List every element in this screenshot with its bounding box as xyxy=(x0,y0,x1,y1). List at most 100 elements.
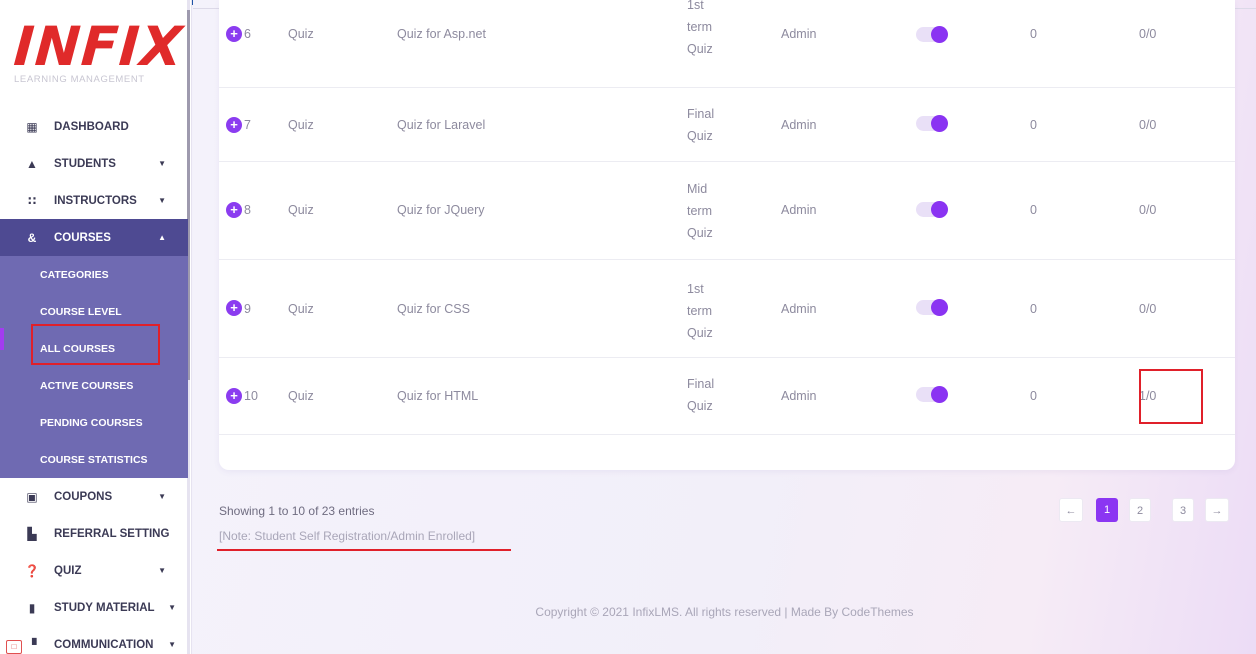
sidebar-item-referral-setting[interactable]: ▙ REFERRAL SETTING xyxy=(0,515,188,552)
sidebar-item-label: INSTRUCTORS xyxy=(54,194,137,207)
row-category: Final Quiz xyxy=(687,373,714,417)
status-toggle[interactable] xyxy=(916,115,948,132)
copyright-text: Copyright © 2021 InfixLMS. All rights re… xyxy=(535,605,914,619)
sidebar-item-communication[interactable]: ▝ COMMUNICATION ▼ xyxy=(0,626,188,654)
sidebar-item-quiz[interactable]: ❓ QUIZ ▼ xyxy=(0,552,188,589)
row-lessons: 0 xyxy=(1030,27,1037,41)
row-category-line: Quiz xyxy=(687,226,713,240)
sidebar-item-label: COMMUNICATION xyxy=(54,638,154,651)
graduation-cap-icon: ▲ xyxy=(26,156,38,171)
submenu-item-pending-courses[interactable]: PENDING COURSES xyxy=(0,404,188,441)
sidebar-item-label: COUPONS xyxy=(54,490,113,503)
row-category: Mid term Quiz xyxy=(687,178,713,244)
row-type: Quiz xyxy=(288,27,314,41)
row-enrolled: 0/0 xyxy=(1139,302,1157,316)
row-type: Quiz xyxy=(288,389,314,403)
courses-submenu: CATEGORIES COURSE LEVEL ALL COURSES ACTI… xyxy=(0,256,188,478)
sidebar-item-dashboard[interactable]: ▦ DASHBOARD xyxy=(0,108,188,145)
logo-text: INFIX xyxy=(11,15,186,78)
row-lessons: 0 xyxy=(1030,203,1037,217)
sidebar-item-label: STUDY MATERIAL xyxy=(54,601,155,614)
sidebar-menu: ▦ DASHBOARD ▲ STUDENTS ▼ ∷ INSTRUCTORS ▼… xyxy=(0,108,188,654)
row-lessons: 0 xyxy=(1030,118,1037,132)
status-toggle[interactable] xyxy=(916,26,948,43)
book-icon: ▮ xyxy=(28,600,36,615)
row-author: Admin xyxy=(781,389,817,403)
table-row: + 8 Quiz Quiz for JQuery Mid term Quiz A… xyxy=(219,162,1235,260)
sidebar-item-students[interactable]: ▲ STUDENTS ▼ xyxy=(0,145,188,182)
row-number: 9 xyxy=(244,302,251,316)
row-category-line: term xyxy=(687,204,712,218)
pagination-page-3[interactable]: 3 xyxy=(1172,498,1194,522)
referral-icon: ▙ xyxy=(27,526,37,541)
table-row: + 9 Quiz Quiz for CSS 1st term Quiz Admi… xyxy=(219,260,1235,358)
caret-down-icon: ▼ xyxy=(158,196,166,205)
toggle-knob xyxy=(931,386,948,403)
sidebar-item-courses[interactable]: & COURSES ▲ xyxy=(0,219,188,256)
row-title: Quiz for JQuery xyxy=(397,203,485,217)
pagination-next-button[interactable]: → xyxy=(1205,498,1229,522)
pagination-page-2[interactable]: 2 xyxy=(1129,498,1151,522)
expand-row-icon[interactable]: + xyxy=(226,117,242,133)
row-category: 1st term Quiz xyxy=(687,278,713,344)
toggle-knob xyxy=(931,299,948,316)
caret-down-icon: ▼ xyxy=(158,492,166,501)
toggle-knob xyxy=(931,201,948,218)
pagination-page-1[interactable]: 1 xyxy=(1096,498,1118,522)
sidebar-item-label: QUIZ xyxy=(54,564,82,577)
sidebar-item-coupons[interactable]: ▣ COUPONS ▼ xyxy=(0,478,188,515)
row-category-line: Quiz xyxy=(687,129,713,143)
sidebar: INFIX LEARNING MANAGEMENT ▦ DASHBOARD ▲ … xyxy=(0,0,192,654)
caret-down-icon: ▼ xyxy=(168,640,176,649)
sidebar-item-instructors[interactable]: ∷ INSTRUCTORS ▼ xyxy=(0,182,188,219)
row-enrolled: 0/0 xyxy=(1139,203,1157,217)
row-category: 1st term Quiz xyxy=(687,0,713,60)
row-category: Final Quiz xyxy=(687,103,714,147)
quiz-table-card: + 6 Quiz Quiz for Asp.net 1st term Quiz … xyxy=(219,0,1235,470)
toggle-knob xyxy=(931,26,948,43)
submenu-item-categories[interactable]: CATEGORIES xyxy=(0,256,188,293)
expand-row-icon[interactable]: + xyxy=(226,388,242,404)
row-enrolled: 0/0 xyxy=(1139,118,1157,132)
row-number: 6 xyxy=(244,27,251,41)
row-author: Admin xyxy=(781,302,817,316)
row-category-line: term xyxy=(687,304,712,318)
status-toggle[interactable] xyxy=(916,201,948,218)
status-toggle[interactable] xyxy=(916,386,948,403)
annotation-underline-note xyxy=(217,549,511,551)
tray-app-icon[interactable]: □ xyxy=(6,640,22,654)
sidebar-item-study-material[interactable]: ▮ STUDY MATERIAL ▼ xyxy=(0,589,188,626)
toggle-knob xyxy=(931,115,948,132)
row-title: Quiz for CSS xyxy=(397,302,470,316)
table-row: + 7 Quiz Quiz for Laravel Final Quiz Adm… xyxy=(219,88,1235,162)
row-lessons: 0 xyxy=(1030,302,1037,316)
caret-up-icon: ▲ xyxy=(158,233,166,242)
row-title: Quiz for HTML xyxy=(397,389,479,403)
ampersand-icon: & xyxy=(27,230,37,245)
row-category-line: Quiz xyxy=(687,399,713,413)
chat-icon: ▝ xyxy=(27,637,37,652)
submenu-item-course-statistics[interactable]: COURSE STATISTICS xyxy=(0,441,188,478)
row-type: Quiz xyxy=(288,203,314,217)
row-title: Quiz for Asp.net xyxy=(397,27,486,41)
grid-icon: ▦ xyxy=(26,119,38,134)
pagination-prev-button[interactable]: ← xyxy=(1059,498,1083,522)
row-author: Admin xyxy=(781,203,817,217)
submenu-item-active-courses[interactable]: ACTIVE COURSES xyxy=(0,367,188,404)
row-category-line: Quiz xyxy=(687,42,713,56)
row-number: 8 xyxy=(244,203,251,217)
annotation-highlight-enrolled xyxy=(1139,369,1203,424)
status-toggle[interactable] xyxy=(916,299,948,316)
expand-row-icon[interactable]: + xyxy=(226,202,242,218)
expand-row-icon[interactable]: + xyxy=(226,300,242,316)
expand-row-icon[interactable]: + xyxy=(226,26,242,42)
table-entries-info: Showing 1 to 10 of 23 entries xyxy=(219,504,375,518)
row-author: Admin xyxy=(781,118,817,132)
row-type: Quiz xyxy=(288,302,314,316)
caret-down-icon: ▼ xyxy=(158,159,166,168)
enrollment-note: [Note: Student Self Registration/Admin E… xyxy=(219,529,476,543)
row-category-line: term xyxy=(687,20,712,34)
row-category-line: Mid xyxy=(687,182,708,196)
logo[interactable]: INFIX LEARNING MANAGEMENT xyxy=(11,15,186,92)
sidebar-item-label: DASHBOARD xyxy=(54,120,129,133)
